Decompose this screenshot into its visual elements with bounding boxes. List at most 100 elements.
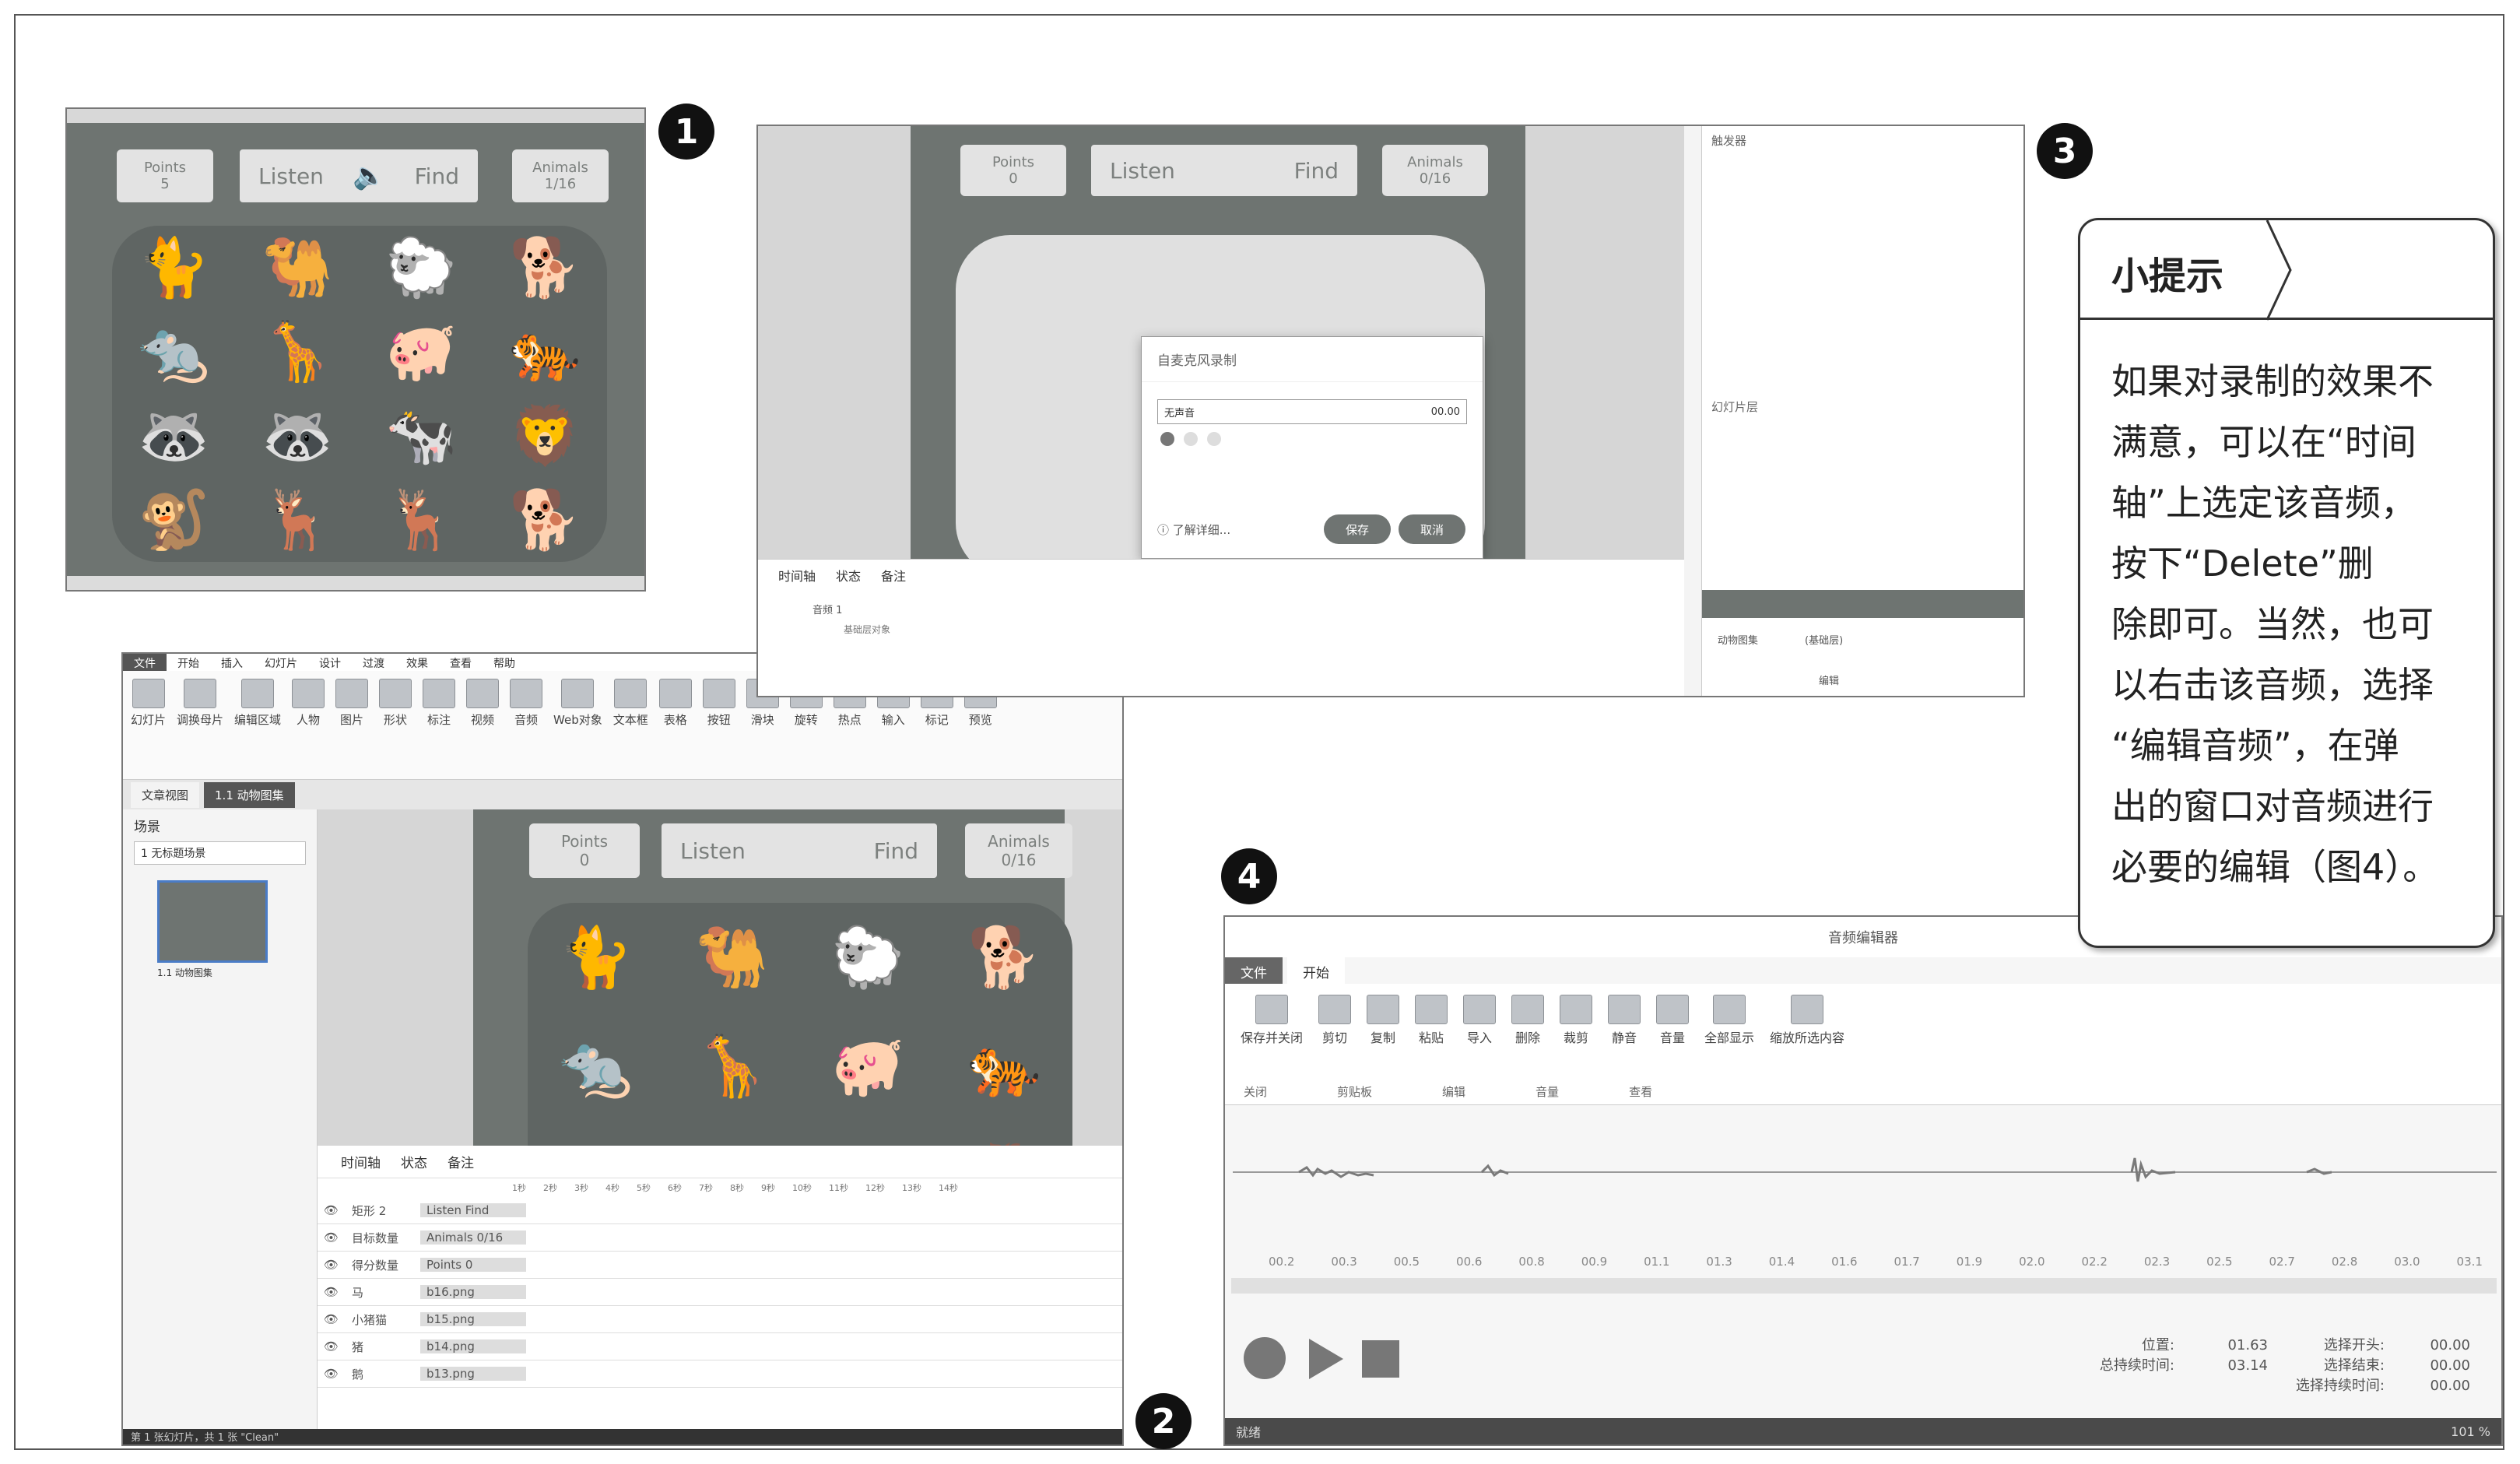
ribbon-button[interactable]: 幻灯片 <box>131 679 166 771</box>
timeline-tab[interactable]: 状态 <box>836 566 861 585</box>
timeline-layer-row[interactable]: 👁 矩形 2 Listen Find <box>318 1197 1122 1224</box>
ribbon-button[interactable]: 调换母片 <box>177 679 223 771</box>
animal-icon[interactable]: 🐅 <box>509 318 581 386</box>
slide-thumbnail[interactable] <box>157 880 268 963</box>
ribbon-button[interactable]: 音频 <box>510 679 543 771</box>
timeline-layer-row[interactable]: 👁 猪 b14.png <box>318 1333 1122 1360</box>
animal-icon[interactable]: 🐈 <box>138 234 209 302</box>
animal-icon[interactable]: 🦝 <box>138 402 209 470</box>
ribbon-button[interactable]: 编辑区域 <box>234 679 281 771</box>
animal-icon[interactable]: 🐈 <box>559 922 633 992</box>
listen-find-bar[interactable]: Listen 🔈 Find <box>240 149 478 202</box>
menu-tab[interactable]: 帮助 <box>483 654 526 671</box>
play-button[interactable] <box>1309 1339 1343 1379</box>
menu-tab[interactable]: 幻灯片 <box>254 654 308 671</box>
animal-icon[interactable]: 🦒 <box>695 1031 769 1101</box>
listen-find-bar[interactable]: Listen Find <box>662 823 937 878</box>
animal-icon[interactable]: 🐕 <box>509 486 581 554</box>
animal-icon[interactable]: 🐒 <box>138 486 209 554</box>
ribbon-button[interactable]: 粘贴 <box>1415 995 1448 1094</box>
ribbon-button[interactable]: 删除 <box>1511 995 1545 1094</box>
ribbon-button[interactable]: 视频 <box>466 679 500 771</box>
ribbon-button[interactable]: 音量 <box>1656 995 1690 1094</box>
ribbon-button[interactable]: 全部显示 <box>1704 995 1754 1094</box>
timeline-tab[interactable]: 备注 <box>447 1152 474 1171</box>
tab-file[interactable]: 文件 <box>1225 957 1283 984</box>
menu-tab[interactable]: 设计 <box>308 654 352 671</box>
timeline-tab[interactable]: 备注 <box>881 566 906 585</box>
eye-icon[interactable]: 👁 <box>318 1367 346 1381</box>
animal-icon[interactable]: 🐖 <box>831 1031 905 1101</box>
menu-tab[interactable]: 过渡 <box>352 654 395 671</box>
ribbon-button[interactable]: 复制 <box>1367 995 1400 1094</box>
timeline-tab[interactable]: 状态 <box>401 1152 427 1171</box>
animal-icon[interactable]: 🦒 <box>261 318 333 386</box>
record-button[interactable] <box>1244 1337 1286 1379</box>
eye-icon[interactable]: 👁 <box>318 1312 346 1326</box>
animal-icon[interactable]: 🐕 <box>509 234 581 302</box>
animal-icon[interactable]: 🐫 <box>695 922 769 992</box>
stop-icon[interactable] <box>1207 432 1221 446</box>
ribbon-button[interactable]: 裁剪 <box>1560 995 1593 1094</box>
cancel-button[interactable]: 取消 <box>1399 514 1465 544</box>
animal-icon[interactable]: 🐕 <box>967 922 1041 992</box>
scene-select[interactable]: 1 无标题场景 <box>134 841 306 865</box>
animal-icon[interactable]: 🦝 <box>261 402 333 470</box>
menu-tab[interactable]: 插入 <box>210 654 254 671</box>
timeline-layer-row[interactable]: 👁 得分数量 Points 0 <box>318 1252 1122 1279</box>
timeline-tab[interactable]: 时间轴 <box>778 566 816 585</box>
animal-icon[interactable]: 🦁 <box>967 1140 1041 1146</box>
animal-icon[interactable]: 🦁 <box>509 402 581 470</box>
animal-icon[interactable]: 🦝 <box>695 1140 769 1146</box>
menu-tab[interactable]: 开始 <box>167 654 210 671</box>
stop-button[interactable] <box>1362 1340 1399 1378</box>
ribbon-button[interactable]: 导入 <box>1463 995 1497 1094</box>
zoom-level[interactable]: 101 % <box>2451 1424 2490 1439</box>
base-layer-row[interactable]: 动物图集 (基础层) <box>1718 632 1843 647</box>
slide[interactable]: Points 0 Listen Find Animals 0/16 🐈 🐫 🐑 🐕 🐀 🦒… <box>473 809 1072 1146</box>
animal-icon[interactable]: 🦝 <box>559 1140 633 1146</box>
animal-icon[interactable]: 🐀 <box>559 1031 633 1101</box>
timeline-layer-row[interactable]: 👁 目标数量 Animals 0/16 <box>318 1224 1122 1252</box>
ribbon-button[interactable]: 静音 <box>1608 995 1641 1094</box>
ribbon-button[interactable]: 按钮 <box>702 679 735 771</box>
animal-icon[interactable]: 🐀 <box>138 318 209 386</box>
tab-story-view[interactable]: 文章视图 <box>131 781 200 808</box>
ribbon-button[interactable]: Web对象 <box>553 679 602 771</box>
animal-icon[interactable]: 🐖 <box>385 318 457 386</box>
audio-track-name[interactable]: 音频 1 <box>813 602 1684 616</box>
timeline-layer-row[interactable]: 👁 马 b16.png <box>318 1279 1122 1306</box>
menu-tab[interactable]: 效果 <box>395 654 439 671</box>
horizontal-scrollbar[interactable] <box>1231 1278 2497 1294</box>
animal-icon[interactable]: 🐑 <box>385 234 457 302</box>
menu-tab[interactable]: 查看 <box>439 654 483 671</box>
animal-icon[interactable]: 🦌 <box>385 486 457 554</box>
ribbon-button[interactable]: 文本框 <box>613 679 648 771</box>
animal-icon[interactable]: 🐄 <box>831 1140 905 1146</box>
animal-icon[interactable]: 🐄 <box>385 402 457 470</box>
timeline-layer-row[interactable]: 👁 鹅 b13.png <box>318 1360 1122 1388</box>
eye-icon[interactable]: 👁 <box>318 1203 346 1217</box>
ribbon-button[interactable]: 人物 <box>292 679 325 771</box>
learn-more-link[interactable]: ⓘ 了解详细... <box>1157 521 1230 538</box>
record-icon[interactable] <box>1160 432 1174 446</box>
eye-icon[interactable]: 👁 <box>318 1258 346 1272</box>
animal-icon[interactable]: 🐅 <box>967 1031 1041 1101</box>
ribbon-button[interactable]: 保存并关闭 <box>1241 995 1303 1094</box>
animal-icon[interactable]: 🐑 <box>831 922 905 992</box>
ribbon-button[interactable]: 剪切 <box>1318 995 1352 1094</box>
menu-tab[interactable]: 文件 <box>123 654 167 671</box>
tab-home[interactable]: 开始 <box>1287 957 1345 984</box>
waveform[interactable] <box>1225 1115 2503 1255</box>
ribbon-button[interactable]: 形状 <box>379 679 412 771</box>
ribbon-button[interactable]: 标注 <box>423 679 456 771</box>
eye-icon[interactable]: 👁 <box>318 1285 346 1299</box>
ribbon-button[interactable]: 缩放所选内容 <box>1770 995 1844 1094</box>
edit-checkbox-label[interactable]: 编辑 <box>1819 672 1839 687</box>
tab-animal-slide[interactable]: 1.1 动物图集 <box>204 781 295 808</box>
eye-icon[interactable]: 👁 <box>318 1339 346 1353</box>
ribbon-button[interactable]: 表格 <box>658 679 692 771</box>
eye-icon[interactable]: 👁 <box>318 1231 346 1245</box>
play-icon[interactable] <box>1184 432 1198 446</box>
timeline-layer-row[interactable]: 👁 小猪猫 b15.png <box>318 1306 1122 1333</box>
